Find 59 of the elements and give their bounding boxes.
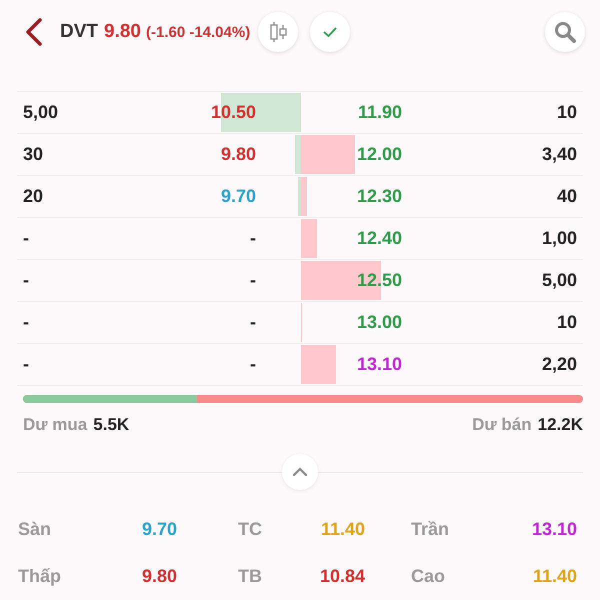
stat-label: TC [238,519,262,540]
ask-price: 13.00 [356,312,402,332]
bid-price: - [250,270,256,291]
ask-volume-bar [301,135,355,174]
ask-volume: 10 [556,312,577,332]
ask-price: 12.30 [356,186,402,206]
ask-price: 12.00 [356,144,402,164]
stat-label: TB [238,566,262,587]
ask-volume: 5,00 [542,270,577,290]
stat-value: 10.84 [320,566,365,587]
sell-surplus-value: 12.2K [538,415,583,434]
stat-value: 9.70 [142,519,177,540]
stat-value: 11.40 [320,519,365,540]
bid-price: - [250,354,256,375]
search-button[interactable] [545,12,585,52]
bid-volume-bar [298,177,301,216]
bid-volume: - [23,354,29,375]
bid-price: - [250,228,256,249]
ask-volume: 1,00 [542,228,577,248]
ask-price: 11.90 [358,102,402,122]
bid-volume: - [23,228,29,249]
ask-volume-bar [301,219,317,258]
collapse-button[interactable] [282,454,318,490]
check-button[interactable] [310,12,350,52]
ask-volume: 10 [556,102,577,122]
search-icon [553,20,577,44]
price-change: (-1.60 -14.04%) [146,24,250,40]
sell-surplus-label: Dư bán [472,415,532,434]
stock-price: 9.80 [104,21,141,43]
bid-price: - [250,312,256,333]
bid-volume-bar [295,135,301,174]
bid-price: 9.70 [220,186,256,207]
ask-price: 12.40 [356,228,402,248]
ask-volume-bar [301,345,336,384]
stat-value: 13.10 [532,519,577,540]
bid-volume: - [23,270,29,291]
ask-price: 12.50 [356,270,402,290]
bid-volume: - [23,312,29,333]
ask-volume: 2,20 [542,354,577,374]
bid-volume: 5,00 [23,102,58,123]
ask-volume: 40 [556,186,577,206]
stat-value: 9.80 [142,566,177,587]
stat-label: Sàn [18,519,52,540]
bid-volume: 20 [23,186,44,207]
stat-label: Trần [411,519,450,540]
chevron-up-icon [292,467,308,477]
ask-volume: 3,40 [542,144,577,164]
buy-surplus-value: 5.5K [93,415,130,434]
candlestick-button[interactable] [258,12,298,52]
ask-volume-bar [301,177,307,216]
bid-volume: 30 [23,144,44,165]
bid-price: 10.50 [210,102,256,123]
stat-label: Thấp [18,566,61,587]
stock-symbol: DVT [60,21,98,43]
stat-label: Cao [411,566,446,587]
bid-price: 9.80 [220,144,256,165]
stat-value: 11.40 [532,566,577,587]
ask-price: 13.10 [356,354,402,374]
buy-surplus-label: Dư mua [23,415,88,434]
